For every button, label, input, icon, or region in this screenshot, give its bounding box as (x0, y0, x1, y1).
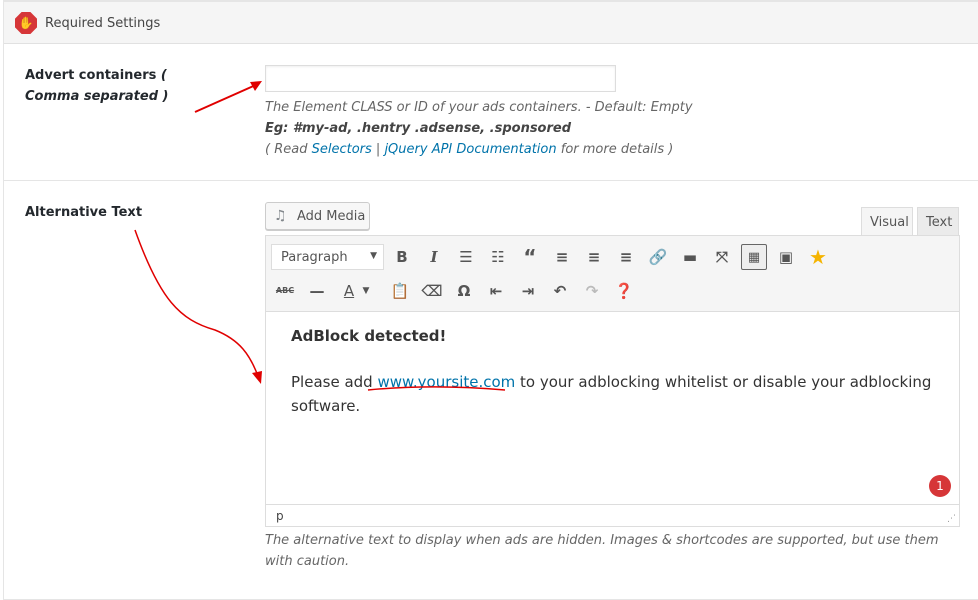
read-more-icon[interactable]: ▬ (677, 244, 703, 270)
horizontal-line-icon[interactable]: — (304, 278, 330, 304)
align-right-icon[interactable]: ≡ (613, 244, 639, 270)
content-heading: AdBlock detected! (291, 327, 447, 345)
undo-icon[interactable]: ↶ (547, 278, 573, 304)
site-link[interactable]: www.yoursite.com (377, 373, 515, 391)
notification-badge: 1 (929, 475, 951, 497)
alternative-text-label: Alternative Text (25, 205, 143, 220)
format-select[interactable]: Paragraph (271, 244, 384, 270)
help-sep: | (371, 142, 385, 157)
outdent-icon[interactable]: ⇤ (483, 278, 509, 304)
help-icon[interactable]: ❓ (611, 278, 637, 304)
content-paragraph: Please add www.yoursite.com to your adbl… (291, 370, 934, 418)
alt-text-desc: The alternative text to display when ads… (265, 533, 939, 569)
numbered-list-icon[interactable]: ☷ (485, 244, 511, 270)
resize-handle-icon[interactable]: ⋰ (947, 514, 956, 524)
fullscreen-icon[interactable]: ⤧ (709, 244, 735, 270)
divider (4, 180, 978, 181)
toolbar-toggle-icon[interactable]: ▦ (741, 244, 767, 270)
special-character-icon[interactable]: Ω (451, 278, 477, 304)
clear-formatting-icon[interactable]: ⌫ (419, 278, 445, 304)
bullet-list-icon[interactable]: ☰ (453, 244, 479, 270)
help-post: for more details ) (556, 142, 674, 157)
align-left-icon[interactable]: ≡ (549, 244, 575, 270)
redo-icon[interactable]: ↷ (579, 278, 605, 304)
editor-toolbar: Paragraph B I ☰ ☷ “ ≡ ≡ ≡ 🔗 ▬ ⤧ ▦ ▣ ★ AB… (266, 236, 959, 312)
tab-visual[interactable]: Visual (861, 207, 913, 236)
bold-icon[interactable]: B (389, 244, 415, 270)
selectors-link[interactable]: Selectors (312, 142, 372, 157)
advert-containers-input[interactable] (265, 65, 616, 92)
text-color-dropdown-icon[interactable]: ▼ (359, 278, 373, 304)
add-media-button[interactable]: ♫ Add Media (265, 202, 370, 230)
star-icon[interactable]: ★ (805, 244, 831, 270)
jquery-docs-link[interactable]: jQuery API Documentation (384, 142, 556, 157)
align-center-icon[interactable]: ≡ (581, 244, 607, 270)
advert-example: Eg: #my-ad, .hentry .adsense, .sponsored (265, 121, 572, 136)
blockquote-icon[interactable]: “ (517, 244, 543, 270)
label-text: Advert containers (25, 68, 157, 83)
indent-icon[interactable]: ⇥ (515, 278, 541, 304)
section-header: ✋ Required Settings (4, 1, 978, 44)
editor-content[interactable]: AdBlock detected! Please add www.yoursit… (266, 312, 959, 505)
editor-statusbar: p ⋰ (266, 504, 959, 526)
advert-desc: The Element CLASS or ID of your ads cont… (265, 100, 693, 115)
advert-containers-label: Advert containers ( Comma separated ) (25, 65, 215, 107)
editor: Paragraph B I ☰ ☷ “ ≡ ≡ ≡ 🔗 ▬ ⤧ ▦ ▣ ★ AB… (265, 235, 960, 527)
section-title: Required Settings (45, 16, 161, 31)
element-path[interactable]: p (276, 509, 284, 523)
body-pre: Please add (291, 373, 378, 391)
tab-text[interactable]: Text (917, 207, 959, 236)
strikethrough-icon[interactable]: ABC (272, 278, 298, 304)
stop-hand-icon: ✋ (15, 12, 37, 34)
advert-help: ( Read Selectors | jQuery API Documentat… (265, 139, 673, 160)
add-media-label: Add Media (297, 209, 366, 224)
gallery-icon[interactable]: ▣ (773, 244, 799, 270)
paste-text-icon[interactable]: 📋 (387, 278, 413, 304)
media-icon: ♫ (274, 208, 287, 224)
help-pre: ( Read (265, 142, 312, 157)
settings-panel: ✋ Required Settings Advert containers ( … (3, 0, 978, 600)
italic-icon[interactable]: I (421, 244, 447, 270)
link-icon[interactable]: 🔗 (645, 244, 671, 270)
